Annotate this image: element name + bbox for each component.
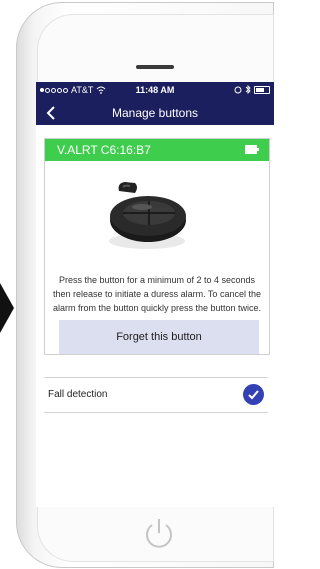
battery-icon xyxy=(245,145,259,154)
nav-bar: Manage buttons xyxy=(36,100,274,125)
page-title: Manage buttons xyxy=(111,106,199,120)
app-screen: AT&T 11:48 AM Manage buttons V.ALRT C6:1… xyxy=(36,82,274,507)
chevron-right-icon xyxy=(0,283,14,333)
fall-detection-label: Fall detection xyxy=(48,389,108,400)
battery-status-icon xyxy=(254,85,270,94)
device-header: V.ALRT C6:16:B7 xyxy=(45,139,269,161)
bluetooth-icon xyxy=(245,85,251,94)
status-right xyxy=(234,85,270,94)
rotation-lock-icon xyxy=(234,86,242,93)
power-icon[interactable] xyxy=(140,515,178,553)
status-bar: AT&T 11:48 AM xyxy=(36,82,274,100)
alarm-button-image xyxy=(109,182,186,249)
device-id: V.ALRT C6:16:B7 xyxy=(57,143,151,157)
checkmark-icon[interactable] xyxy=(243,384,264,405)
speaker-grille xyxy=(136,65,174,69)
instructions-text: Press the button for a minimum of 2 to 4… xyxy=(52,275,262,313)
forget-button[interactable]: Forget this button xyxy=(59,320,259,354)
fall-detection-row[interactable]: Fall detection xyxy=(44,377,268,413)
